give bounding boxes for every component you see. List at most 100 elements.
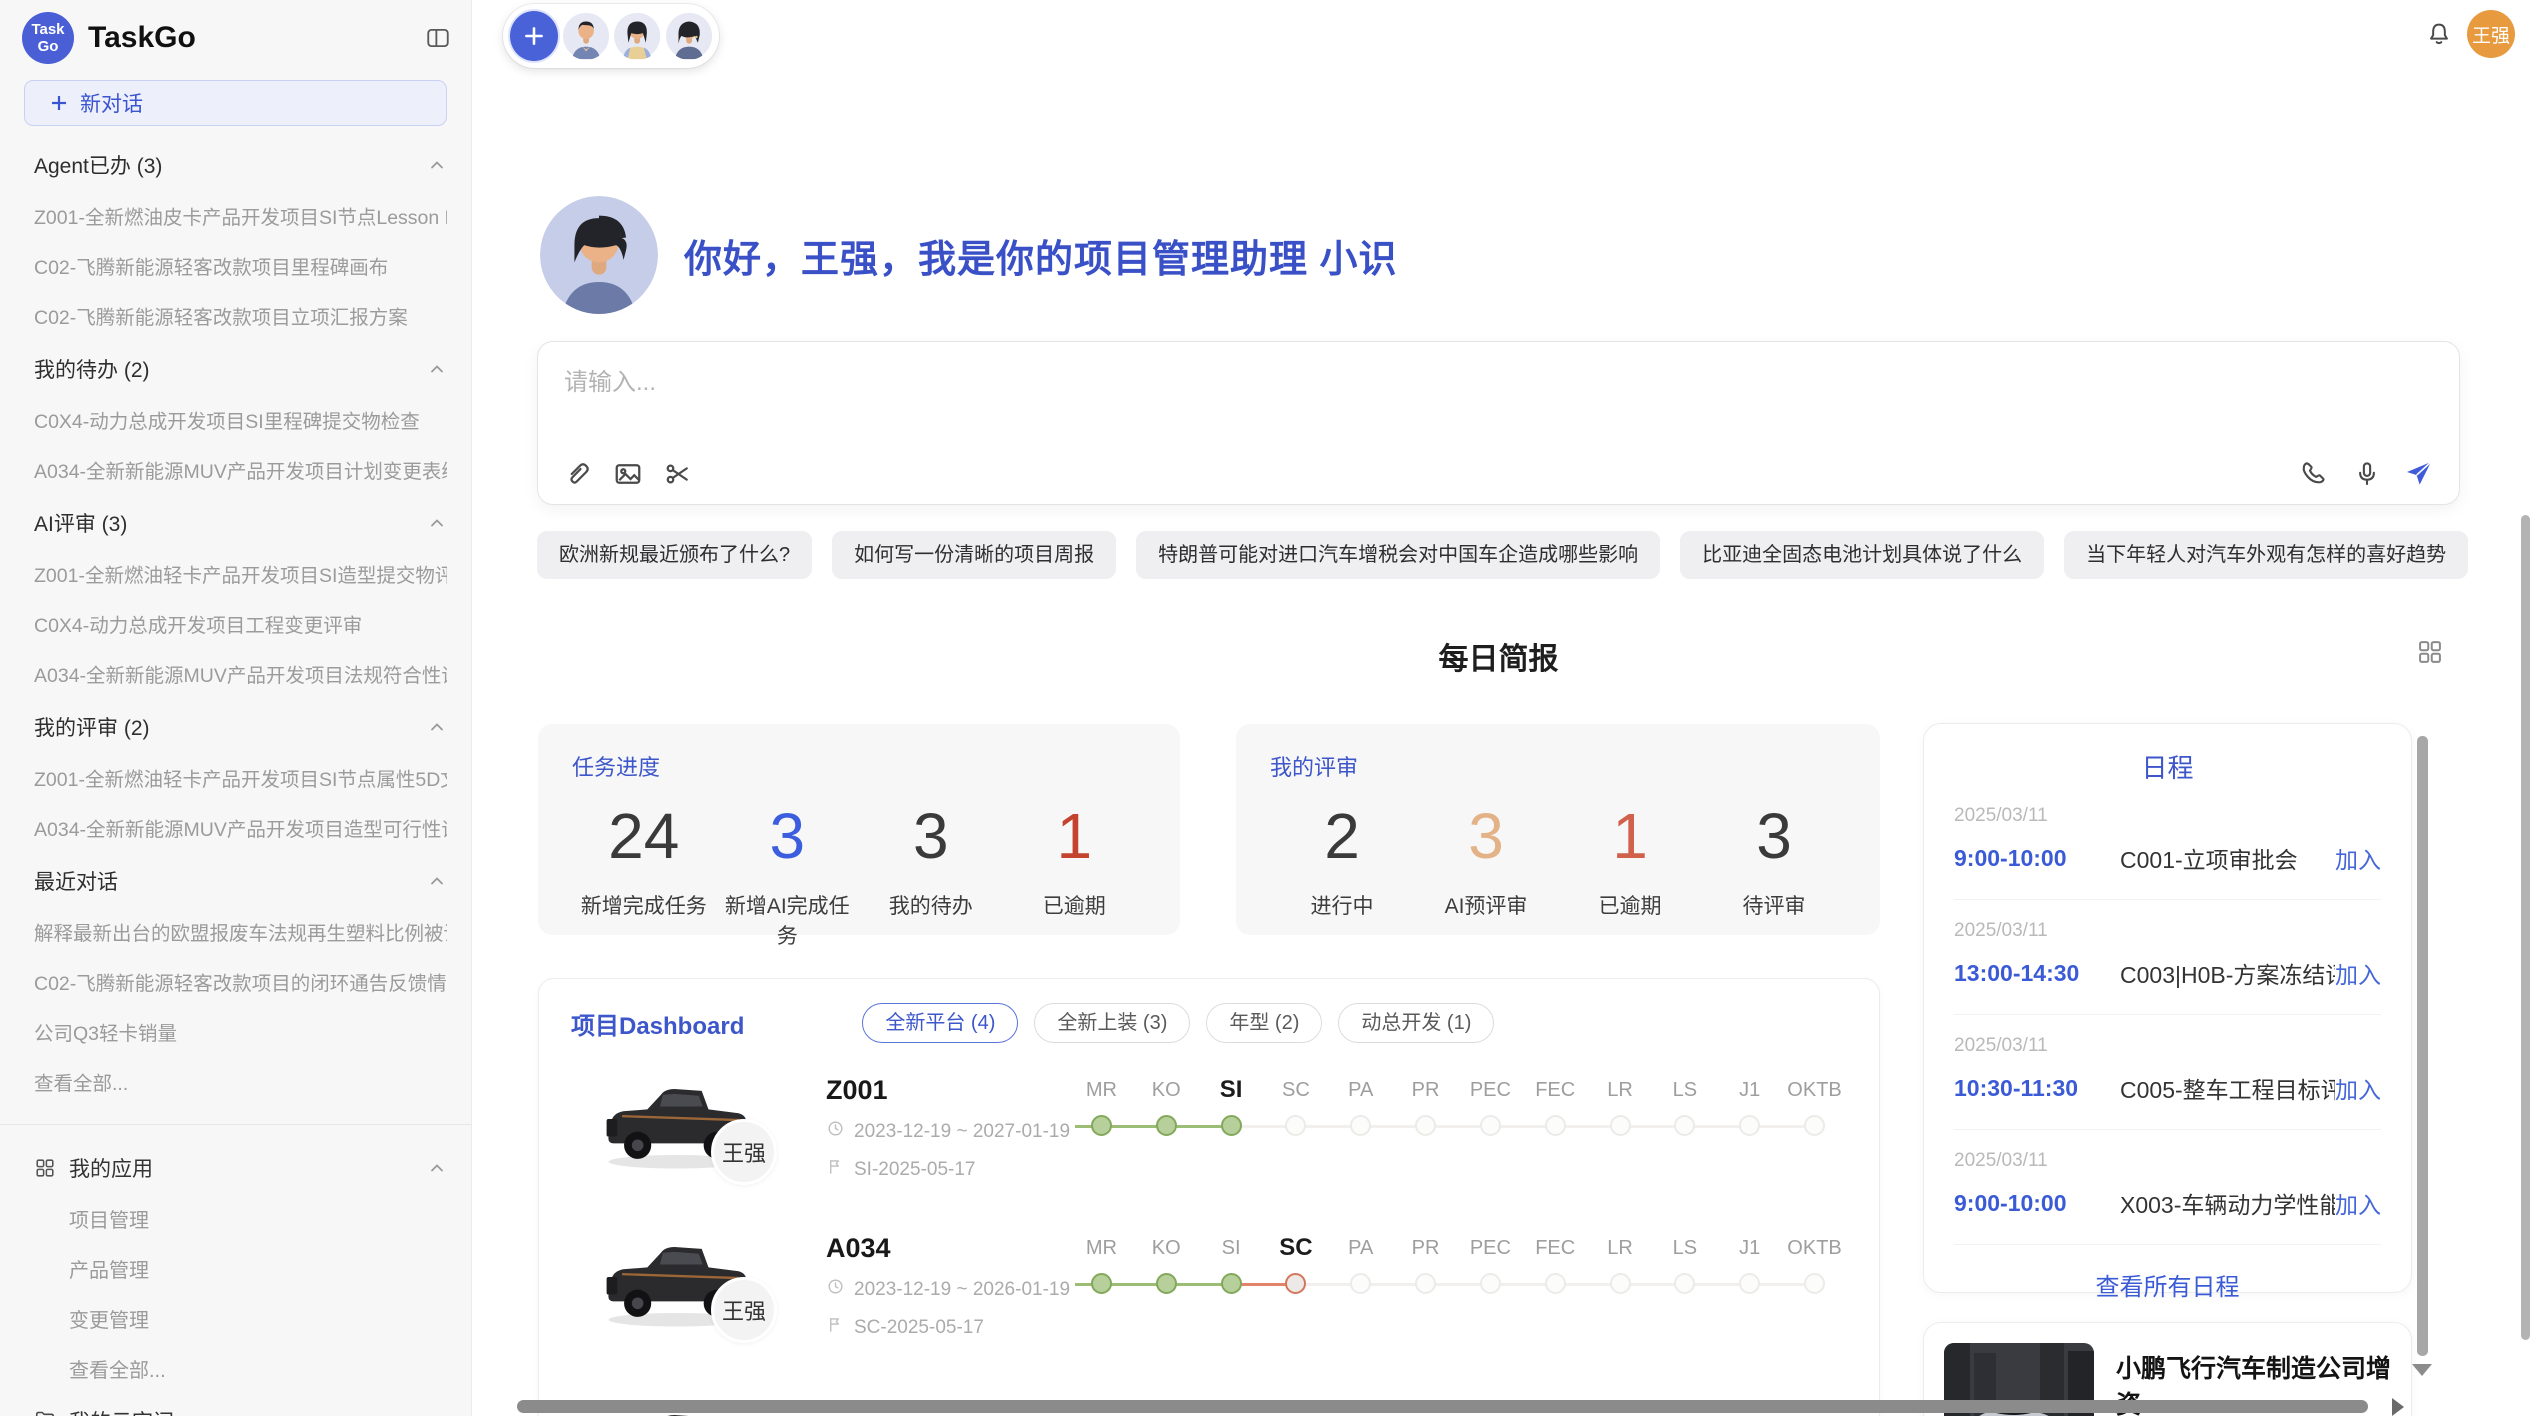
sidebar-scroll: Agent已办 (3) Z001-全新燃油皮卡产品开发项目SI节点Lesson L… <box>0 150 471 1416</box>
sidebar-section-title: Agent已办 (3) <box>34 150 162 180</box>
sidebar-item[interactable]: C0X4-动力总成开发项目工程变更评审 <box>34 609 447 638</box>
add-contact-button[interactable] <box>510 11 558 61</box>
scroll-down-arrow[interactable] <box>2412 1364 2432 1376</box>
stat-value: 3 <box>1702 804 1846 868</box>
phone-icon[interactable] <box>2299 458 2331 490</box>
sidebar-app-subitem[interactable]: 项目管理 <box>69 1204 447 1233</box>
sidebar-item[interactable]: Z001-全新燃油轻卡产品开发项目SI造型提交物评审 <box>34 559 447 588</box>
schedule-event: 2025/03/1113:00-14:30C003|H0B-方案冻结评审加入 <box>1954 900 2381 1015</box>
stat-value: 3 <box>859 804 1003 868</box>
sidebar-section-header[interactable]: 我的待办 (2) <box>34 354 447 384</box>
event-row: 9:00-10:00X003-车辆动力学性能验...加入 <box>1954 1186 2381 1220</box>
dashboard-filter-chip[interactable]: 全新上装 (3) <box>1034 1003 1190 1043</box>
join-button[interactable]: 加入 <box>2335 1071 2381 1105</box>
join-button[interactable]: 加入 <box>2335 956 2381 990</box>
sidebar-section: 我的评审 (2) Z001-全新燃油轻卡产品开发项目SI节点属性5D文件评审 A03… <box>34 712 447 842</box>
milestone-dot <box>1221 1115 1242 1136</box>
dashboard-filter-chip[interactable]: 全新平台 (4) <box>862 1003 1018 1043</box>
milestone-label: SC <box>1263 1075 1328 1105</box>
mic-icon[interactable] <box>2351 458 2383 490</box>
bell-icon[interactable] <box>2425 20 2453 48</box>
view-all-schedule-link[interactable]: 查看所有日程 <box>1954 1267 2381 1302</box>
my-apps-label: 我的应用 <box>69 1153 427 1183</box>
clock-icon <box>826 1277 845 1302</box>
milestone-label: KO <box>1134 1233 1199 1263</box>
sidebar-item-我的云空间[interactable]: 我的云空间 <box>34 1406 447 1416</box>
stat-card-title: 我的评审 <box>1270 750 1846 782</box>
sidebar-section-header[interactable]: AI评审 (3) <box>34 508 447 538</box>
suggestion-chip[interactable]: 如何写一份清晰的项目周报 <box>832 531 1116 579</box>
sidebar-item[interactable]: Z001-全新燃油轻卡产品开发项目SI节点属性5D文件评审 <box>34 763 447 792</box>
stat-card: 我的评审2进行中3AI预评审1已逾期3待评审 <box>1236 724 1880 935</box>
scissors-icon[interactable] <box>662 458 694 490</box>
rail-vertical-scrollbar[interactable] <box>2417 736 2428 1356</box>
sidebar-item[interactable]: A034-全新新能源MUV产品开发项目造型可行性评审 <box>34 813 447 842</box>
milestone-dot <box>1610 1115 1631 1136</box>
milestone-dot-row <box>1782 1115 1847 1137</box>
join-button[interactable]: 加入 <box>2335 1186 2381 1220</box>
horizontal-scrollbar[interactable] <box>517 1400 2368 1413</box>
stat-label: 已逾期 <box>1558 890 1702 920</box>
chat-input-card <box>537 341 2460 505</box>
milestone-dot-row <box>1328 1273 1393 1295</box>
project-dates: 2023-12-19 ~ 2027-01-19 <box>826 1119 1061 1144</box>
sidebar-app-subitem[interactable]: 查看全部... <box>69 1354 447 1383</box>
sidebar-app-subitem[interactable]: 产品管理 <box>69 1254 447 1283</box>
suggestion-chip[interactable]: 比亚迪全固态电池计划具体说了什么 <box>1680 531 2044 579</box>
sidebar-item[interactable]: Z001-全新燃油皮卡产品开发项目SI节点Lesson Learn报告 <box>34 201 447 230</box>
milestone-dot-row <box>1782 1273 1847 1295</box>
milestone-dot-row <box>1458 1115 1523 1137</box>
suggestion-chip[interactable]: 特朗普可能对进口汽车增税会对中国车企造成哪些影响 <box>1136 531 1660 579</box>
milestone-dot-row <box>1134 1273 1199 1295</box>
grid-icon[interactable] <box>2416 638 2444 671</box>
sidebar-item[interactable]: C0X4-动力总成开发项目SI里程碑提交物检查 <box>34 405 447 434</box>
milestone-dot-row <box>1588 1115 1653 1137</box>
sidebar-item[interactable]: 解释最新出台的欧盟报废车法规再生塑料比例被调至15%... <box>34 917 447 946</box>
stat-label: 待评审 <box>1702 890 1846 920</box>
sidebar-section-header[interactable]: Agent已办 (3) <box>34 150 447 180</box>
milestone-node: J1 <box>1717 1233 1782 1295</box>
sidebar-item-my-apps[interactable]: 我的应用 <box>34 1153 447 1183</box>
milestone-dot <box>1285 1273 1306 1294</box>
sidebar-app-subitem[interactable]: 变更管理 <box>69 1304 447 1333</box>
sidebar-item[interactable]: 公司Q3轻卡销量 <box>34 1017 447 1046</box>
suggestion-chip[interactable]: 当下年轻人对汽车外观有怎样的喜好趋势 <box>2064 531 2468 579</box>
sidebar-section-header[interactable]: 最近对话 <box>34 866 447 896</box>
stat-value: 24 <box>572 804 716 868</box>
schedule-event: 2025/03/119:00-10:00X003-车辆动力学性能验...加入 <box>1954 1130 2381 1245</box>
event-row: 10:30-11:30C005-整车工程目标评审加入 <box>1954 1071 2381 1105</box>
avatar[interactable] <box>563 12 609 60</box>
suggestion-chips: 欧洲新规最近颁布了什么? 如何写一份清晰的项目周报特朗普可能对进口汽车增税会对中国… <box>537 531 2460 579</box>
milestone-dot <box>1091 1115 1112 1136</box>
sidebar-item[interactable]: A034-全新新能源MUV产品开发项目法规符合性评审 <box>34 659 447 688</box>
send-icon[interactable] <box>2403 458 2435 490</box>
new-chat-button[interactable]: 新对话 <box>24 80 447 126</box>
sidebar-item[interactable]: C02-飞腾新能源轻客改款项目里程碑画布 <box>34 251 447 280</box>
image-icon[interactable] <box>612 458 644 490</box>
project-dates: 2023-12-19 ~ 2026-01-19 <box>826 1277 1061 1302</box>
sidebar-item[interactable]: 查看全部... <box>34 1067 447 1096</box>
dashboard-filter-chip[interactable]: 动总开发 (1) <box>1338 1003 1494 1043</box>
dashboard-filter-chip[interactable]: 年型 (2) <box>1206 1003 1322 1043</box>
user-avatar[interactable]: 王强 <box>2467 10 2515 58</box>
panel-collapse-icon[interactable] <box>425 25 451 51</box>
sidebar-item[interactable]: A034-全新新能源MUV产品开发项目计划变更表编写 <box>34 455 447 484</box>
sidebar-section-header[interactable]: 我的评审 (2) <box>34 712 447 742</box>
stat-card: 任务进度24新增完成任务3新增AI完成任务3我的待办1已逾期 <box>538 724 1180 935</box>
sidebar-item[interactable]: C02-飞腾新能源轻客改款项目的闭环通告反馈情况 <box>34 967 447 996</box>
milestone-dot <box>1804 1273 1825 1294</box>
scroll-right-arrow[interactable] <box>2392 1398 2404 1416</box>
chat-input[interactable] <box>562 360 1907 420</box>
window-vertical-scrollbar[interactable] <box>2521 515 2530 1340</box>
schedule-title: 日程 <box>1954 748 2381 785</box>
milestone-dot-row <box>1523 1273 1588 1295</box>
paperclip-icon[interactable] <box>562 458 594 490</box>
join-button[interactable]: 加入 <box>2335 841 2381 875</box>
avatar[interactable] <box>614 12 660 60</box>
milestone-dot-row <box>1652 1273 1717 1295</box>
avatar[interactable] <box>666 12 712 60</box>
milestone-dot <box>1156 1273 1177 1294</box>
suggestion-chip[interactable]: 欧洲新规最近颁布了什么? <box>537 531 812 579</box>
milestone-dot <box>1350 1115 1371 1136</box>
sidebar-item[interactable]: C02-飞腾新能源轻客改款项目立项汇报方案 <box>34 301 447 330</box>
